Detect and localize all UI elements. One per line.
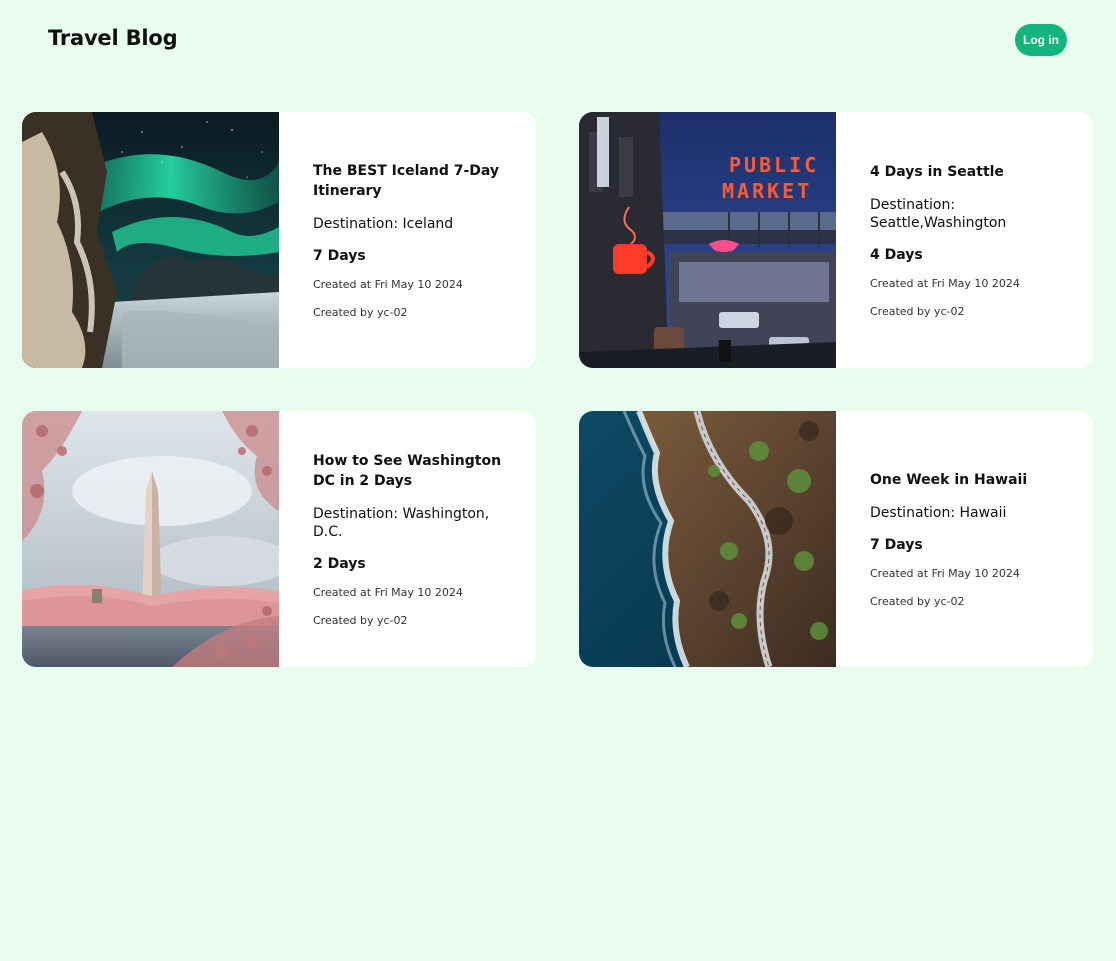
post-card-hawaii[interactable]: One Week in Hawaii Destination: Hawaii 7… bbox=[579, 411, 1093, 667]
post-created-at: Created at Fri May 10 2024 bbox=[313, 277, 463, 291]
login-button[interactable]: Log in bbox=[1015, 24, 1067, 56]
post-title[interactable]: One Week in Hawaii bbox=[870, 470, 1080, 490]
post-created-at: Created at Fri May 10 2024 bbox=[870, 566, 1020, 580]
iceland-aurora-photo bbox=[22, 112, 279, 368]
post-duration: 2 Days bbox=[313, 555, 366, 572]
seattle-public-market-photo: PUBLIC MARKET bbox=[579, 112, 836, 368]
post-destination: Destination: Hawaii bbox=[870, 504, 1007, 521]
post-info: The BEST Iceland 7-Day Itinerary Destina… bbox=[313, 112, 523, 368]
post-duration: 7 Days bbox=[313, 247, 366, 264]
post-title[interactable]: How to See Washington DC in 2 Days bbox=[313, 451, 523, 491]
post-card-iceland[interactable]: The BEST Iceland 7-Day Itinerary Destina… bbox=[22, 112, 536, 368]
header: Travel Blog Log in bbox=[0, 0, 1116, 80]
washington-monument-photo bbox=[22, 411, 279, 667]
post-info: How to See Washington DC in 2 Days Desti… bbox=[313, 411, 523, 667]
post-card-washington-dc[interactable]: How to See Washington DC in 2 Days Desti… bbox=[22, 411, 536, 667]
post-destination: Destination: Washington, D.C. bbox=[313, 505, 490, 540]
post-created-at: Created at Fri May 10 2024 bbox=[313, 585, 463, 599]
post-duration: 7 Days bbox=[870, 536, 923, 553]
post-title[interactable]: 4 Days in Seattle bbox=[870, 162, 1080, 182]
post-created-at: Created at Fri May 10 2024 bbox=[870, 276, 1020, 290]
site-title[interactable]: Travel Blog bbox=[48, 26, 178, 50]
market-sign-text: MARKET bbox=[722, 179, 812, 203]
public-sign-text: PUBLIC bbox=[729, 153, 819, 177]
post-created-by: Created by yc-02 bbox=[870, 594, 965, 608]
hawaii-coast-road-photo bbox=[579, 411, 836, 667]
post-created-by: Created by yc-02 bbox=[313, 613, 408, 627]
post-created-by: Created by yc-02 bbox=[313, 305, 408, 319]
post-destination: Destination: Iceland bbox=[313, 215, 454, 232]
post-card-seattle[interactable]: PUBLIC MARKET 4 Days in Seattle Destinat… bbox=[579, 112, 1093, 368]
post-info: One Week in Hawaii Destination: Hawaii 7… bbox=[870, 411, 1080, 667]
post-info: 4 Days in Seattle Destination: Seattle,W… bbox=[870, 112, 1080, 368]
post-duration: 4 Days bbox=[870, 246, 923, 263]
post-title[interactable]: The BEST Iceland 7-Day Itinerary bbox=[313, 161, 523, 201]
post-destination: Destination: Seattle,Washington bbox=[870, 196, 1007, 231]
post-created-by: Created by yc-02 bbox=[870, 304, 965, 318]
